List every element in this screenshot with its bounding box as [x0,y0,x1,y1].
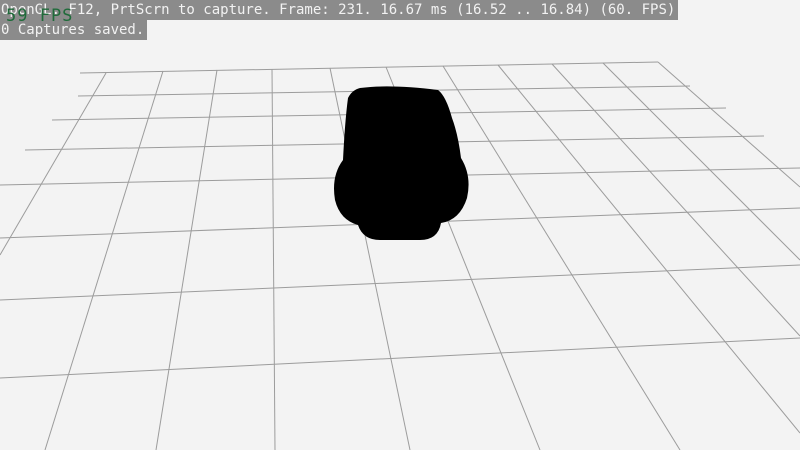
grid-line [79,61,659,74]
grid-line [0,72,107,256]
opengl-viewport[interactable]: OpenGL. F12, PrtScrn to capture. Frame: … [0,0,800,450]
grid-line [551,63,800,337]
grid-line [657,61,800,188]
grid-line [271,68,276,450]
renderer-status-line: OpenGL. F12, PrtScrn to capture. Frame: … [0,0,679,20]
car-object [334,86,469,241]
scene-3d [0,61,800,450]
grid-line [497,64,800,434]
grid-line [442,65,681,450]
grid-line [0,337,800,379]
fps-counter: 59 FPS [6,6,74,26]
grid-line [44,70,164,450]
grid-line [155,69,218,450]
grid-line [0,264,800,301]
